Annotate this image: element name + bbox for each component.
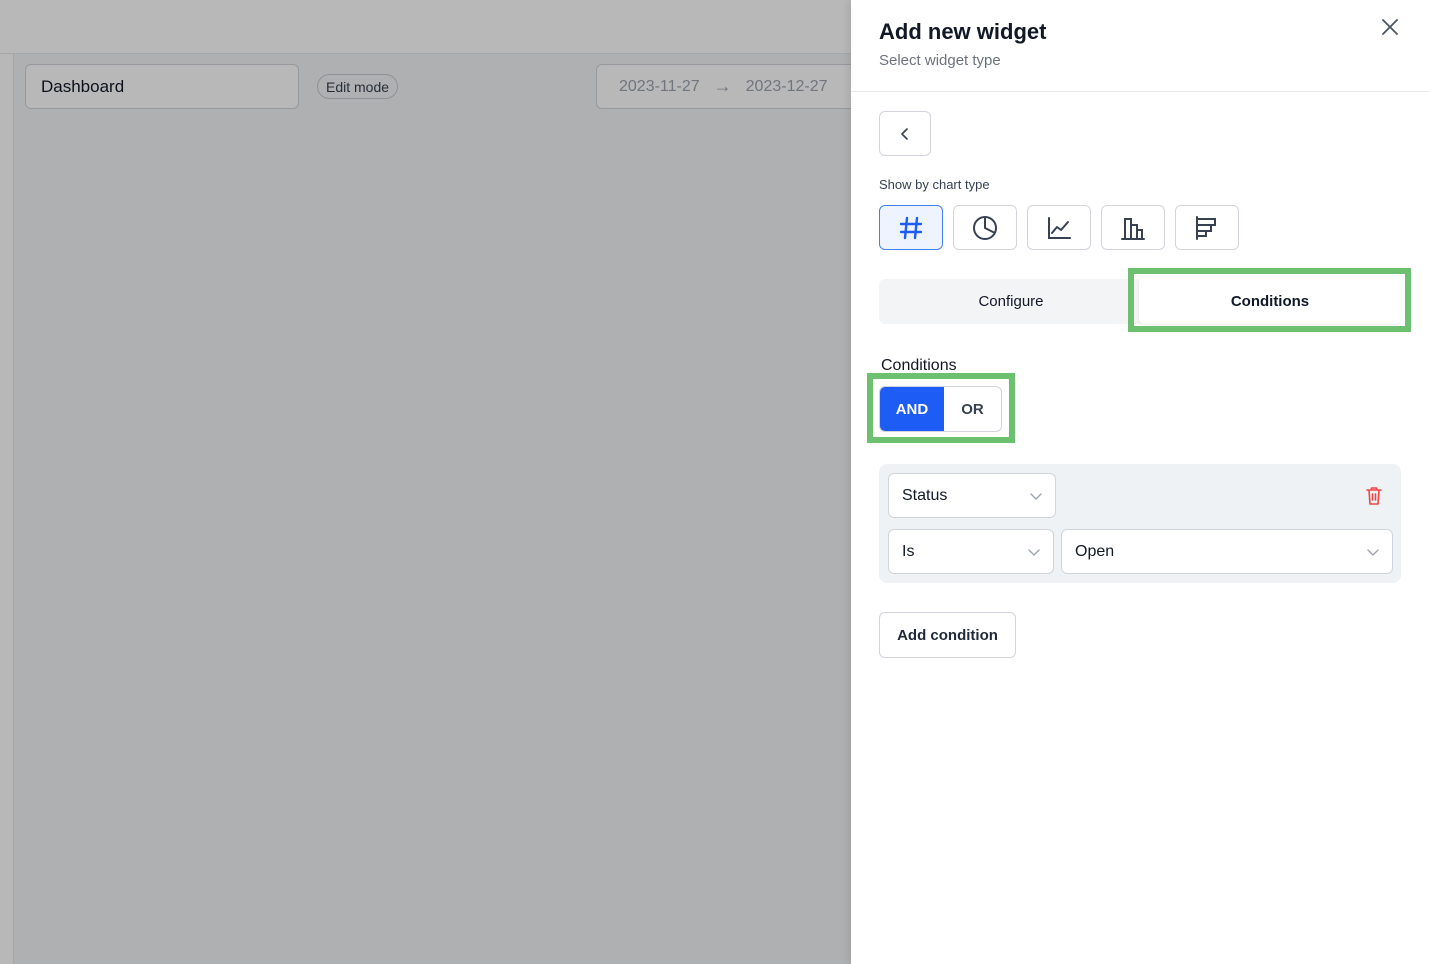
hash-icon <box>899 216 923 239</box>
chart-type-bar-button[interactable] <box>1101 205 1165 250</box>
chart-type-number-button[interactable] <box>879 205 943 250</box>
drawer-title: Add new widget <box>879 19 1047 44</box>
tab-conditions[interactable]: Conditions <box>1139 278 1401 324</box>
conditions-label: Conditions <box>881 357 957 374</box>
drawer-subtitle: Select widget type <box>879 52 1001 69</box>
chart-type-horizontal-bar-button[interactable] <box>1175 205 1239 250</box>
line-chart-icon <box>1048 216 1071 239</box>
condition-operator-value: Is <box>902 542 915 560</box>
back-button[interactable] <box>879 111 931 156</box>
drawer-header: Add new widget Select widget type <box>851 0 1429 92</box>
or-button[interactable]: OR <box>944 387 1001 431</box>
close-icon <box>1382 19 1398 35</box>
chart-type-pie-button[interactable] <box>953 205 1017 250</box>
widget-tabs: Configure Conditions <box>879 278 1401 324</box>
add-condition-button[interactable]: Add condition <box>879 612 1016 658</box>
chart-type-line-button[interactable] <box>1027 205 1091 250</box>
chevron-down-icon <box>1028 549 1040 556</box>
chevron-down-icon <box>1030 493 1042 500</box>
condition-field-value: Status <box>902 486 948 504</box>
logic-toggle: AND OR <box>879 386 1002 432</box>
add-widget-drawer: Add new widget Select widget type Show b… <box>851 0 1429 964</box>
condition-value-select[interactable]: Open <box>1061 529 1393 574</box>
pie-chart-icon <box>973 215 997 240</box>
horizontal-bar-chart-icon <box>1196 215 1216 240</box>
close-button[interactable] <box>1377 14 1403 40</box>
condition-value: Open <box>1075 542 1115 560</box>
bar-chart-icon <box>1121 217 1145 240</box>
chart-type-selector <box>879 205 1239 250</box>
condition-operator-select[interactable]: Is <box>888 529 1054 574</box>
and-button[interactable]: AND <box>880 387 944 431</box>
delete-condition-trash-icon[interactable] <box>1365 486 1383 506</box>
condition-field-select[interactable]: Status <box>888 473 1056 518</box>
chart-type-label: Show by chart type <box>879 177 990 192</box>
chevron-down-icon <box>1367 549 1379 556</box>
chevron-left-icon <box>901 127 908 140</box>
tab-configure[interactable]: Configure <box>879 279 1143 324</box>
condition-row: Status Is Open <box>879 464 1401 583</box>
